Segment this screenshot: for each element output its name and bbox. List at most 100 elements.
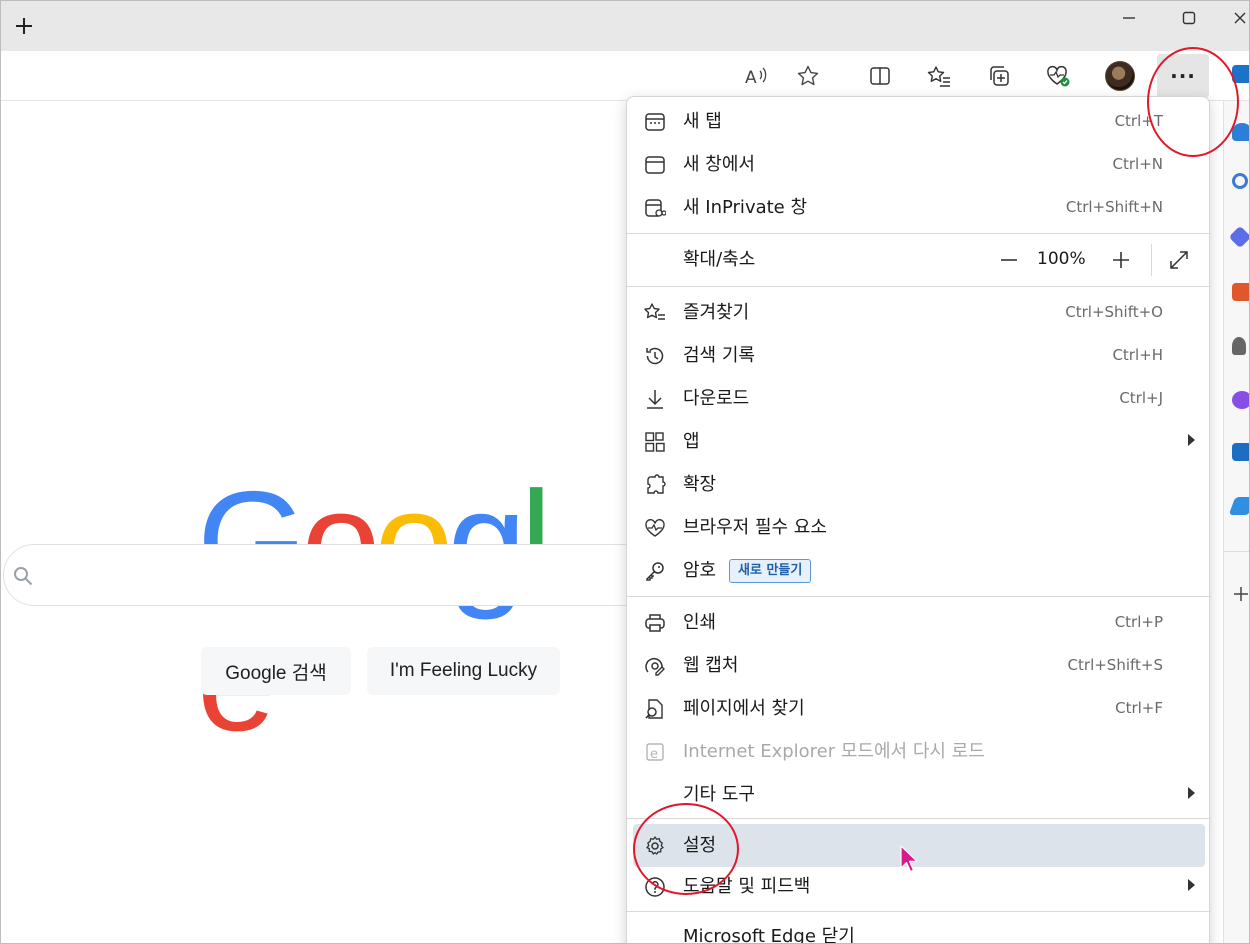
outlook-icon[interactable] bbox=[1232, 443, 1249, 461]
menu-item-label: Internet Explorer 모드에서 다시 로드 bbox=[683, 741, 985, 762]
zoom-level: 100% bbox=[1037, 249, 1086, 269]
favorite-star-icon bbox=[797, 65, 819, 86]
web-capture-icon bbox=[645, 657, 665, 676]
browser-essentials-icon bbox=[1047, 65, 1070, 87]
new-tab-button[interactable] bbox=[9, 11, 39, 41]
menu-item-label: Microsoft Edge 닫기 bbox=[683, 926, 855, 944]
menu-item-favorites[interactable]: 즐겨찾기 Ctrl+Shift+O bbox=[627, 291, 1211, 334]
plus-icon bbox=[16, 18, 32, 34]
menu-separator bbox=[627, 286, 1211, 287]
apps-icon bbox=[645, 432, 665, 452]
google-search-button[interactable]: Google 검색 bbox=[201, 647, 351, 695]
split-screen-button[interactable] bbox=[863, 59, 897, 93]
menu-item-find-on-page[interactable]: 페이지에서 찾기 Ctrl+F bbox=[627, 687, 1211, 730]
add-favorite-button[interactable] bbox=[791, 59, 825, 93]
browser-essentials-button[interactable] bbox=[1041, 59, 1075, 93]
menu-item-history[interactable]: 검색 기록 Ctrl+H bbox=[627, 334, 1211, 377]
sidebar-divider bbox=[1224, 551, 1249, 552]
download-icon bbox=[647, 390, 663, 409]
browser-window: A ··· Google Google 검색 I'm bbox=[0, 0, 1250, 944]
menu-item-browser-essentials[interactable]: 브라우저 필수 요소 bbox=[627, 506, 1211, 549]
new-badge: 새로 만들기 bbox=[729, 559, 812, 583]
menu-item-shortcut: Ctrl+J bbox=[1119, 389, 1163, 407]
microsoft365-icon[interactable] bbox=[1232, 391, 1249, 409]
menu-item-passwords[interactable]: 암호 새로 만들기 bbox=[627, 549, 1211, 592]
menu-separator bbox=[627, 911, 1211, 912]
menu-item-print[interactable]: 인쇄 Ctrl+P bbox=[627, 601, 1211, 644]
menu-item-shortcut: Ctrl+N bbox=[1112, 155, 1163, 173]
browser-essentials-icon bbox=[645, 518, 665, 537]
google-search-input[interactable] bbox=[3, 544, 663, 606]
add-sidebar-app-icon[interactable] bbox=[1233, 586, 1249, 602]
menu-item-label: 새 탭 bbox=[683, 111, 722, 132]
menu-item-zoom: 확대/축소 100% bbox=[627, 238, 1211, 281]
collections-icon bbox=[990, 66, 1009, 86]
submenu-arrow-icon bbox=[1188, 787, 1195, 799]
menu-item-extensions[interactable]: 확장 bbox=[627, 463, 1211, 506]
menu-item-label: 웹 캡처 bbox=[683, 655, 739, 676]
mouse-cursor-icon bbox=[900, 845, 918, 873]
favorites-icon bbox=[927, 66, 950, 87]
menu-item-shortcut: Ctrl+Shift+N bbox=[1065, 198, 1163, 216]
menu-item-web-capture[interactable]: 웹 캡처 Ctrl+Shift+S bbox=[627, 644, 1211, 687]
favorites-icon bbox=[644, 303, 665, 320]
fullscreen-button[interactable] bbox=[1167, 248, 1191, 272]
games-icon[interactable] bbox=[1232, 337, 1246, 355]
menu-item-ie-mode: e Internet Explorer 모드에서 다시 로드 bbox=[627, 730, 1211, 773]
menu-item-label: 확대/축소 bbox=[683, 249, 756, 270]
menu-item-shortcut: Ctrl+P bbox=[1114, 613, 1163, 631]
collections-button[interactable] bbox=[982, 59, 1016, 93]
menu-item-apps[interactable]: 앱 bbox=[627, 420, 1211, 463]
search-sidebar-icon[interactable] bbox=[1232, 173, 1248, 189]
menu-separator bbox=[627, 596, 1211, 597]
svg-text:A: A bbox=[745, 68, 757, 87]
close-icon bbox=[1234, 12, 1246, 24]
internet-explorer-icon: e bbox=[646, 743, 664, 762]
menu-item-label: 검색 기록 bbox=[683, 345, 755, 366]
menu-item-label: 새 InPrivate 창 bbox=[683, 197, 808, 218]
shopping-icon[interactable] bbox=[1228, 225, 1249, 249]
menu-item-label: 확장 bbox=[683, 474, 717, 495]
close-window-button[interactable] bbox=[1229, 4, 1249, 32]
tools-icon[interactable] bbox=[1232, 283, 1249, 301]
feeling-lucky-button[interactable]: I'm Feeling Lucky bbox=[367, 647, 560, 695]
zoom-divider bbox=[1151, 244, 1152, 276]
edge-sidebar bbox=[1223, 65, 1249, 943]
read-aloud-button[interactable]: A bbox=[739, 59, 773, 93]
annotation-circle-more bbox=[1147, 47, 1239, 157]
menu-item-new-inprivate[interactable]: 새 InPrivate 창 Ctrl+Shift+N bbox=[627, 186, 1211, 229]
menu-item-label: 인쇄 bbox=[683, 612, 717, 633]
favorites-button[interactable] bbox=[922, 59, 956, 93]
minimize-button[interactable] bbox=[1111, 4, 1147, 32]
menu-item-label: 새 창에서 bbox=[683, 154, 755, 175]
menu-item-label: 브라우저 필수 요소 bbox=[683, 517, 827, 538]
profile-button[interactable] bbox=[1103, 59, 1137, 93]
menu-item-shortcut: Ctrl+F bbox=[1115, 699, 1163, 717]
menu-item-close-edge[interactable]: Microsoft Edge 닫기 bbox=[627, 915, 1211, 944]
submenu-arrow-icon bbox=[1188, 434, 1195, 446]
menu-item-new-tab[interactable]: 새 탭 Ctrl+T bbox=[627, 100, 1211, 143]
svg-text:e: e bbox=[650, 747, 658, 762]
submenu-arrow-icon bbox=[1188, 879, 1195, 891]
inprivate-icon bbox=[645, 199, 666, 217]
zoom-in-button[interactable] bbox=[1109, 248, 1133, 272]
menu-item-new-window[interactable]: 새 창에서 Ctrl+N bbox=[627, 143, 1211, 186]
drop-icon[interactable] bbox=[1228, 497, 1249, 515]
notification-bell-icon[interactable] bbox=[1232, 123, 1249, 141]
new-tab-icon bbox=[645, 113, 665, 131]
title-bar bbox=[1, 1, 1249, 51]
maximize-button[interactable] bbox=[1171, 4, 1207, 32]
menu-item-downloads[interactable]: 다운로드 Ctrl+J bbox=[627, 377, 1211, 420]
find-on-page-icon bbox=[645, 699, 663, 719]
menu-item-label: 즐겨찾기 bbox=[683, 302, 750, 323]
zoom-out-button[interactable] bbox=[997, 248, 1021, 272]
maximize-icon bbox=[1182, 11, 1196, 25]
profile-avatar bbox=[1105, 61, 1135, 91]
fullscreen-icon bbox=[1170, 251, 1188, 269]
menu-item-label: 암호 bbox=[683, 560, 717, 581]
menu-item-label: 앱 bbox=[683, 431, 700, 452]
minus-icon bbox=[1001, 259, 1017, 261]
minimize-icon bbox=[1123, 17, 1135, 19]
extensions-icon bbox=[647, 474, 666, 494]
read-aloud-icon: A bbox=[745, 67, 767, 87]
